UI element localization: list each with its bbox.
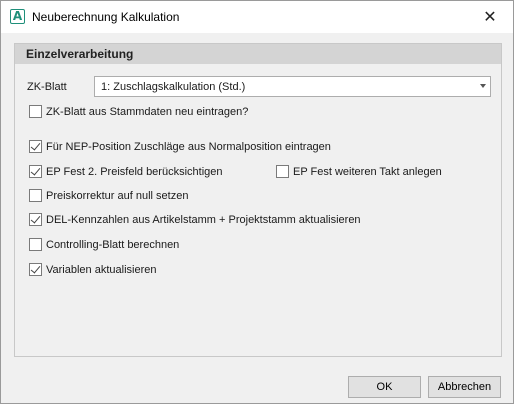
zk-blatt-selected-value: 1: Zuschlagskalkulation (Std.) — [101, 81, 246, 93]
checkbox-nep-zuschlaege[interactable]: Für NEP-Position Zuschläge aus Normalpos… — [29, 140, 331, 153]
checkbox-variablen[interactable]: Variablen aktualisieren — [29, 263, 156, 276]
dialog-window: A Neuberechnung Kalkulation ✕ Einzelvera… — [0, 0, 514, 404]
checkbox-box[interactable] — [29, 140, 42, 153]
checkbox-zk-blatt-neu[interactable]: ZK-Blatt aus Stammdaten neu eintragen? — [29, 105, 248, 118]
checkbox-label: Preiskorrektur auf null setzen — [46, 189, 189, 202]
checkbox-label: DEL-Kennzahlen aus Artikelstamm + Projek… — [46, 213, 361, 226]
zk-blatt-label: ZK-Blatt — [27, 81, 67, 93]
ok-button[interactable]: OK — [348, 376, 421, 398]
checkbox-box[interactable] — [276, 165, 289, 178]
checkbox-box[interactable] — [29, 213, 42, 226]
group-header: Einzelverarbeitung — [15, 44, 501, 64]
cancel-button[interactable]: Abbrechen — [428, 376, 501, 398]
checkbox-box[interactable] — [29, 263, 42, 276]
checkbox-box[interactable] — [29, 189, 42, 202]
checkbox-ep-fest-preisfeld[interactable]: EP Fest 2. Preisfeld berücksichtigen — [29, 165, 223, 178]
close-button[interactable]: ✕ — [467, 1, 513, 33]
checkbox-box[interactable] — [29, 105, 42, 118]
checkbox-label: EP Fest weiteren Takt anlegen — [293, 165, 442, 178]
title-bar: A Neuberechnung Kalkulation ✕ — [1, 1, 513, 33]
checkbox-label: Für NEP-Position Zuschläge aus Normalpos… — [46, 140, 331, 153]
checkbox-label: ZK-Blatt aus Stammdaten neu eintragen? — [46, 105, 249, 118]
checkbox-box[interactable] — [29, 238, 42, 251]
checkbox-del-kennzahlen[interactable]: DEL-Kennzahlen aus Artikelstamm + Projek… — [29, 213, 361, 226]
processing-group: Einzelverarbeitung ZK-Blatt 1: Zuschlags… — [14, 43, 502, 357]
window-title: Neuberechnung Kalkulation — [32, 10, 180, 24]
checkbox-label: Variablen aktualisieren — [46, 263, 157, 276]
checkbox-preiskorrektur[interactable]: Preiskorrektur auf null setzen — [29, 189, 188, 202]
zk-blatt-select[interactable]: 1: Zuschlagskalkulation (Std.) — [94, 76, 491, 97]
checkbox-label: Controlling-Blatt berechnen — [46, 238, 180, 251]
checkbox-ep-fest-takt[interactable]: EP Fest weiteren Takt anlegen — [276, 165, 442, 178]
chevron-down-icon — [480, 84, 486, 88]
app-logo-icon: A — [10, 9, 25, 24]
checkbox-controlling-blatt[interactable]: Controlling-Blatt berechnen — [29, 238, 179, 251]
checkbox-box[interactable] — [29, 165, 42, 178]
checkbox-label: EP Fest 2. Preisfeld berücksichtigen — [46, 165, 223, 178]
